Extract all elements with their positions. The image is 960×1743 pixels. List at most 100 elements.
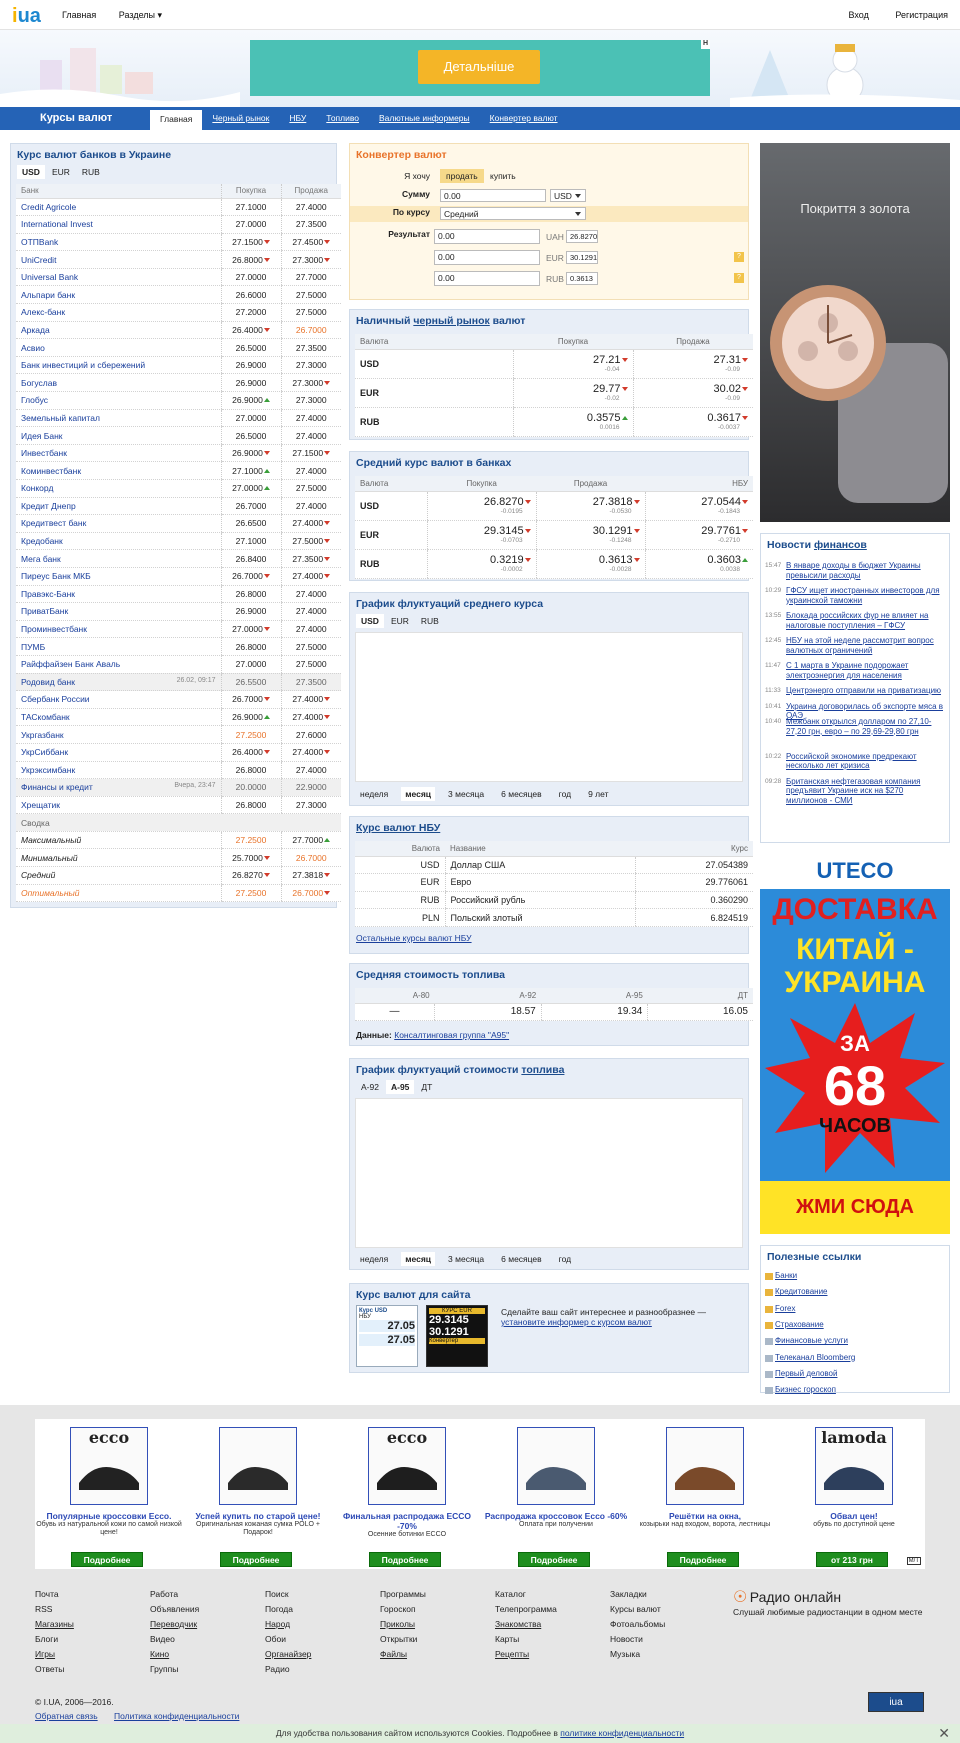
footer-link[interactable]: Магазины: [35, 1617, 74, 1632]
footer-link[interactable]: Фотоальбомы: [610, 1617, 665, 1632]
bank-link[interactable]: Кредит Днепр: [21, 501, 76, 511]
col-sell[interactable]: Продажа: [280, 184, 341, 199]
period-option[interactable]: месяц: [401, 1252, 436, 1266]
news-item[interactable]: 09:28 Британская нефтегазовая компания пр…: [765, 777, 947, 806]
product-image[interactable]: lamoda: [815, 1427, 893, 1505]
footer-link[interactable]: Приколы: [380, 1617, 426, 1632]
bank-link[interactable]: Глобус: [21, 395, 48, 405]
product-title[interactable]: Решётки на окна,: [631, 1511, 779, 1521]
news-item[interactable]: 10:29 ГФСУ ищет иностранных инвесторов дл…: [765, 586, 947, 605]
currency-select[interactable]: USD: [550, 189, 586, 202]
product-title[interactable]: Успей купить по старой цене!: [184, 1511, 332, 1521]
bank-link[interactable]: Аркада: [21, 325, 50, 335]
news-link[interactable]: В январе доходы в бюджет Украины превыси…: [786, 561, 946, 580]
tab-eur[interactable]: EUR: [386, 614, 414, 628]
footer-link[interactable]: Карты: [495, 1632, 557, 1647]
help-icon[interactable]: ?: [734, 273, 744, 283]
bank-link[interactable]: Идея Банк: [21, 431, 62, 441]
footer-link[interactable]: Файлы: [380, 1647, 426, 1662]
bank-link[interactable]: Credit Agricole: [21, 202, 76, 212]
col-bank[interactable]: Банк: [16, 184, 221, 199]
nav-tab[interactable]: Главная: [150, 110, 203, 130]
footer-link[interactable]: Музыка: [610, 1647, 665, 1662]
bank-link[interactable]: UniCredit: [21, 255, 56, 265]
footer-link[interactable]: Игры: [35, 1647, 74, 1662]
sum-input[interactable]: 0.00: [440, 189, 546, 202]
bank-link[interactable]: Оптимальный: [21, 888, 79, 898]
bank-link[interactable]: Мега банк: [21, 554, 61, 564]
bank-link[interactable]: International Invest: [21, 219, 93, 229]
footer-link[interactable]: Работа: [150, 1587, 199, 1602]
tab-rub[interactable]: RUB: [77, 165, 105, 179]
news-link[interactable]: Центрэнерго отправили на приватизацию: [786, 686, 946, 696]
useful-link[interactable]: Страхование: [775, 1320, 824, 1329]
news-item[interactable]: 10:41 Украина договорилась об экспорте мя…: [765, 702, 947, 721]
footer-link[interactable]: Гороскоп: [380, 1602, 426, 1617]
product-image[interactable]: ecco: [70, 1427, 148, 1505]
bank-link[interactable]: УкрСиббанк: [21, 747, 68, 757]
product-title[interactable]: Обвал цен!: [780, 1511, 928, 1521]
nav-home-link[interactable]: Главная: [62, 10, 96, 20]
bank-link[interactable]: Сбербанк России: [21, 694, 90, 704]
bank-link[interactable]: Конкорд: [21, 483, 53, 493]
footer-link[interactable]: Телепрограмма: [495, 1602, 557, 1617]
ad-close-marker[interactable]: Н: [701, 40, 710, 49]
news-item[interactable]: 10:22 Российской экономике предрекают нес…: [765, 752, 947, 771]
period-option[interactable]: неделя: [356, 787, 392, 801]
footer-link[interactable]: Поиск: [265, 1587, 311, 1602]
sell-option[interactable]: продать: [440, 169, 484, 183]
news-item[interactable]: 10:40 Межбанк открылся долларом по 27,10-…: [765, 717, 947, 746]
product-ad[interactable]: ecco Популярные кроссовки Ecco. Обувь из н…: [35, 1427, 183, 1567]
news-item[interactable]: 13:55 Блокада российских фур не влияет на…: [765, 611, 947, 630]
useful-link[interactable]: Первый деловой: [775, 1369, 837, 1378]
nav-tab[interactable]: Конвертер валют: [480, 107, 568, 130]
footer-link[interactable]: RSS: [35, 1602, 74, 1617]
period-option[interactable]: месяц: [401, 787, 436, 801]
bank-link[interactable]: Родовид банк: [21, 677, 75, 687]
nbu-other-rates-link[interactable]: Остальные курсы валют НБУ: [356, 933, 472, 943]
product-details-button[interactable]: Подробнее: [220, 1552, 292, 1567]
bank-link[interactable]: Богуслав: [21, 378, 57, 388]
rate-select[interactable]: Средний: [440, 207, 586, 220]
product-details-button[interactable]: Подробнее: [518, 1552, 590, 1567]
nav-tab[interactable]: НБУ: [279, 107, 316, 130]
useful-link[interactable]: Кредитование: [775, 1287, 828, 1296]
bank-link[interactable]: Коминвестбанк: [21, 466, 81, 476]
eur-informer-preview[interactable]: КУРС EUR 29.3145 30.1291 Конвертер: [426, 1305, 488, 1367]
nav-tab[interactable]: Топливо: [316, 107, 369, 130]
login-link[interactable]: Вход: [848, 10, 868, 20]
period-option[interactable]: неделя: [356, 1252, 392, 1266]
footer-link[interactable]: Группы: [150, 1662, 199, 1677]
footer-link[interactable]: Курсы валют: [610, 1602, 665, 1617]
footer-link[interactable]: Народ: [265, 1617, 311, 1632]
news-item[interactable]: 12:45 НБУ на этой неделе рассмотрит вопро…: [765, 636, 947, 655]
product-ad[interactable]: Распродажа кроссовок Ecco -60% Оплата при…: [482, 1427, 630, 1567]
footer-link[interactable]: Каталог: [495, 1587, 557, 1602]
install-informer-link[interactable]: установите информер с курсом валют: [501, 1317, 652, 1327]
result-field[interactable]: 0.00: [434, 250, 540, 265]
footer-link[interactable]: Блоги: [35, 1632, 74, 1647]
buy-option[interactable]: купить: [490, 171, 516, 181]
period-option[interactable]: 6 месяцев: [497, 1252, 546, 1266]
register-link[interactable]: Регистрация: [895, 10, 948, 20]
period-option[interactable]: 3 месяца: [444, 787, 488, 801]
news-link[interactable]: НБУ на этой неделе рассмотрит вопрос вал…: [786, 636, 946, 655]
col-buy[interactable]: Покупка: [220, 184, 281, 199]
footer-link[interactable]: Объявления: [150, 1602, 199, 1617]
bank-link[interactable]: Инвестбанк: [21, 448, 67, 458]
useful-link[interactable]: Телеканал Bloomberg: [775, 1353, 855, 1362]
site-logo[interactable]: iua: [12, 5, 41, 28]
footer-link[interactable]: Закладки: [610, 1587, 665, 1602]
bank-link[interactable]: Минимальный: [21, 853, 78, 863]
radio-promo[interactable]: ☉ Радио онлайн Слушай любимые радиостанц…: [733, 1587, 933, 1617]
product-title[interactable]: Распродажа кроссовок Ecco -60%: [482, 1511, 630, 1521]
result-field[interactable]: 0.00: [434, 271, 540, 286]
product-image[interactable]: ecco: [368, 1427, 446, 1505]
fuel-data-source-link[interactable]: Консалтинговая группа "А95": [394, 1030, 509, 1040]
product-details-button[interactable]: Подробнее: [71, 1552, 143, 1567]
period-option[interactable]: 6 месяцев: [497, 787, 546, 801]
news-link[interactable]: С 1 марта в Украине подорожает электроэн…: [786, 661, 946, 680]
period-option[interactable]: 3 месяца: [444, 1252, 488, 1266]
footer-link[interactable]: Новости: [610, 1632, 665, 1647]
rate-fluctuation-chart[interactable]: [355, 632, 743, 782]
